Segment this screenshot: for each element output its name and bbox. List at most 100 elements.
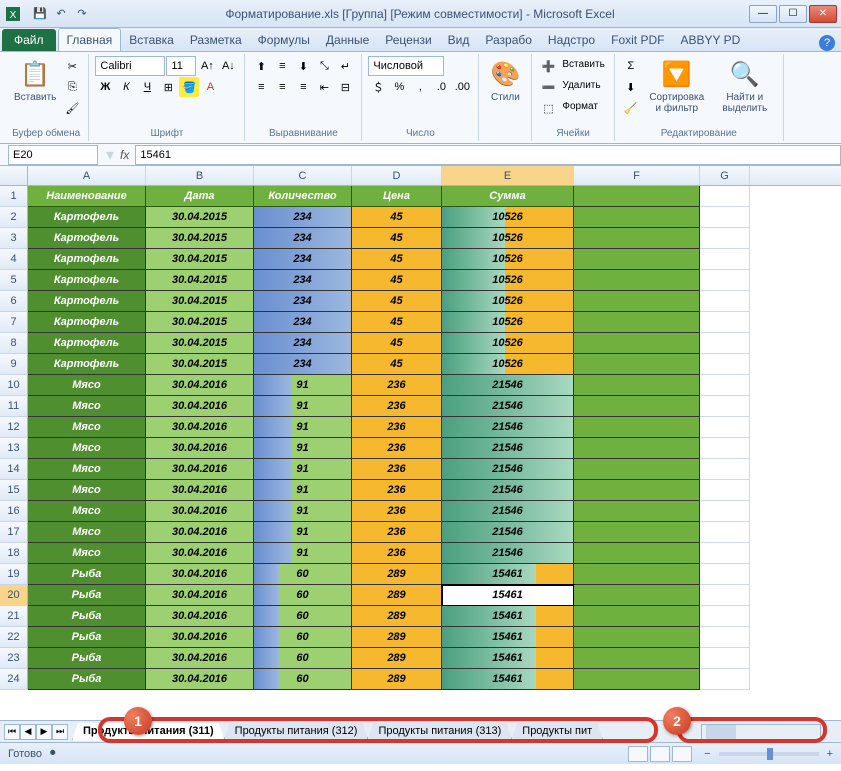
tab-home[interactable]: Главная (58, 28, 122, 51)
sheet-nav-last[interactable]: ⏭ (52, 724, 68, 740)
table-header[interactable]: Дата (146, 186, 254, 207)
row-header[interactable]: 16 (0, 501, 28, 522)
align-right-icon[interactable]: ≡ (293, 77, 313, 97)
sheet-tab[interactable]: Продукты питания (312) (224, 723, 369, 741)
col-header-b[interactable]: B (146, 166, 254, 185)
cell-name[interactable]: Рыба (28, 669, 146, 690)
cell-qty[interactable]: 234 (254, 249, 352, 270)
cell-price[interactable]: 45 (352, 291, 442, 312)
cell-empty[interactable] (574, 627, 700, 648)
cell-empty[interactable] (700, 501, 750, 522)
cell-empty[interactable] (700, 606, 750, 627)
cell-empty[interactable] (700, 627, 750, 648)
cell-price[interactable]: 45 (352, 354, 442, 375)
cell-empty[interactable] (574, 207, 700, 228)
cell-empty[interactable] (700, 207, 750, 228)
insert-cells-label[interactable]: Вставить (559, 56, 607, 76)
tab-view[interactable]: Вид (440, 29, 478, 51)
align-bottom-icon[interactable]: ⬇ (293, 56, 313, 76)
cell-name[interactable]: Рыба (28, 564, 146, 585)
fx-icon[interactable]: fx (120, 148, 129, 162)
copy-icon[interactable]: ⎘ (62, 77, 82, 97)
cell-price[interactable]: 236 (352, 522, 442, 543)
cell-empty[interactable] (574, 417, 700, 438)
cell-sum[interactable]: 10526 (442, 207, 574, 228)
cell-price[interactable]: 289 (352, 627, 442, 648)
row-header[interactable]: 13 (0, 438, 28, 459)
cell-sum[interactable]: 15461 (442, 564, 574, 585)
comma-icon[interactable]: , (410, 77, 430, 97)
row-header[interactable]: 3 (0, 228, 28, 249)
align-top-icon[interactable]: ⬆ (251, 56, 271, 76)
cell-qty[interactable]: 234 (254, 228, 352, 249)
cell-qty[interactable]: 234 (254, 312, 352, 333)
table-header[interactable]: Сумма (442, 186, 574, 207)
percent-icon[interactable]: % (389, 77, 409, 97)
cell-name[interactable]: Мясо (28, 459, 146, 480)
cell-qty[interactable]: 60 (254, 627, 352, 648)
cell-empty[interactable] (700, 312, 750, 333)
sheet-tab[interactable]: Продукты питания (313) (367, 723, 512, 741)
col-header-f[interactable]: F (574, 166, 700, 185)
cell-qty[interactable]: 91 (254, 438, 352, 459)
cell-price[interactable]: 289 (352, 648, 442, 669)
row-header[interactable]: 7 (0, 312, 28, 333)
cell-price[interactable]: 236 (352, 480, 442, 501)
row-header[interactable]: 18 (0, 543, 28, 564)
sheet-nav-first[interactable]: ⏮ (4, 724, 20, 740)
cell-empty[interactable] (700, 459, 750, 480)
wrap-text-icon[interactable]: ↵ (335, 56, 355, 76)
close-button[interactable]: ✕ (809, 5, 837, 23)
cell-empty[interactable] (700, 186, 750, 207)
cell-name[interactable]: Картофель (28, 270, 146, 291)
tab-foxit[interactable]: Foxit PDF (603, 29, 672, 51)
cell-date[interactable]: 30.04.2016 (146, 648, 254, 669)
italic-button[interactable]: К (116, 77, 136, 97)
formula-input[interactable]: 15461 (135, 145, 841, 165)
cell-empty[interactable] (574, 459, 700, 480)
tab-addins[interactable]: Надстро (540, 29, 603, 51)
row-header[interactable]: 12 (0, 417, 28, 438)
table-header[interactable]: Цена (352, 186, 442, 207)
currency-icon[interactable]: ＄ (368, 77, 388, 97)
cell-qty[interactable]: 91 (254, 480, 352, 501)
cell-empty[interactable] (574, 564, 700, 585)
row-header[interactable]: 15 (0, 480, 28, 501)
row-header[interactable]: 14 (0, 459, 28, 480)
cell-date[interactable]: 30.04.2016 (146, 438, 254, 459)
cell-price[interactable]: 236 (352, 417, 442, 438)
cell-sum[interactable]: 10526 (442, 354, 574, 375)
cell-empty[interactable] (574, 606, 700, 627)
tab-abbyy[interactable]: ABBYY PD (672, 29, 748, 51)
cell-price[interactable]: 236 (352, 543, 442, 564)
tab-layout[interactable]: Разметка (182, 29, 250, 51)
row-header[interactable]: 22 (0, 627, 28, 648)
table-header[interactable]: Наименование (28, 186, 146, 207)
fill-color-icon[interactable]: 🪣 (179, 77, 199, 97)
align-left-icon[interactable]: ≡ (251, 77, 271, 97)
row-header[interactable]: 1 (0, 186, 28, 207)
cell-name[interactable]: Мясо (28, 480, 146, 501)
row-header[interactable]: 24 (0, 669, 28, 690)
clear-icon[interactable]: 🧹 (621, 98, 641, 118)
horizontal-scrollbar[interactable] (701, 724, 821, 740)
cell-name[interactable]: Рыба (28, 648, 146, 669)
cell-qty[interactable]: 60 (254, 669, 352, 690)
row-header[interactable]: 9 (0, 354, 28, 375)
cell-price[interactable]: 289 (352, 585, 442, 606)
cell-empty[interactable] (700, 438, 750, 459)
cell-empty[interactable] (574, 291, 700, 312)
cell-price[interactable]: 45 (352, 207, 442, 228)
table-header[interactable]: Количество (254, 186, 352, 207)
row-header[interactable]: 10 (0, 375, 28, 396)
save-icon[interactable]: 💾 (31, 5, 49, 23)
cell-empty[interactable] (574, 501, 700, 522)
row-header[interactable]: 23 (0, 648, 28, 669)
select-all-corner[interactable] (0, 166, 28, 185)
cut-icon[interactable]: ✂ (62, 56, 82, 76)
cell-empty[interactable] (574, 228, 700, 249)
cell-price[interactable]: 236 (352, 375, 442, 396)
cell-sum[interactable]: 10526 (442, 228, 574, 249)
cell-empty[interactable] (700, 354, 750, 375)
view-normal-icon[interactable] (628, 746, 648, 762)
